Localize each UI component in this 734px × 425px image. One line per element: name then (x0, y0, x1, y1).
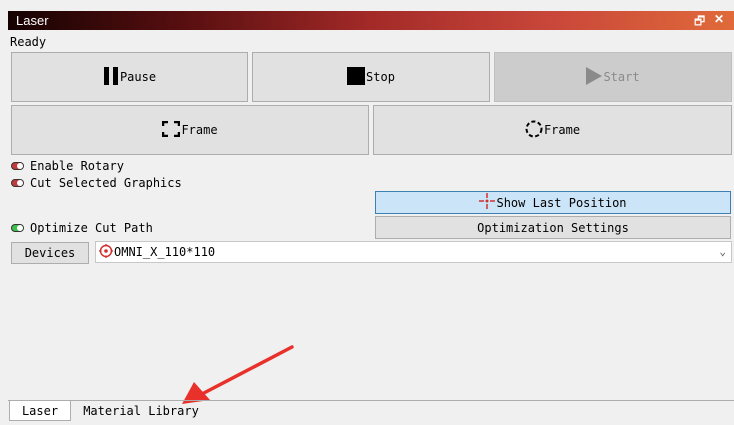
enable-rotary-label: Enable Rotary (30, 159, 124, 173)
frame-square-icon (162, 120, 181, 140)
optimize-cut-path-toggle[interactable]: Optimize Cut Path (11, 221, 153, 235)
stop-icon (347, 66, 366, 88)
pause-icon (103, 66, 119, 88)
panel-tab-bar: Laser Material Library (8, 400, 734, 425)
device-select[interactable]: OMNI_X_110*110 ⌄ (95, 241, 732, 263)
toggle-off-icon[interactable] (11, 179, 24, 187)
frame-circle-button[interactable]: Frame (373, 105, 732, 155)
toggle-on-icon[interactable] (11, 224, 24, 232)
show-last-position-button[interactable]: Show Last Position (375, 191, 731, 214)
device-target-icon (99, 243, 113, 261)
annotation-arrow-icon (182, 345, 294, 404)
close-icon[interactable]: ✕ (714, 12, 724, 26)
panel-title-bar: Laser 🗗 ✕ (8, 11, 734, 30)
pause-button[interactable]: Pause (11, 52, 248, 102)
start-label: Start (603, 70, 640, 84)
optimization-settings-label: Optimization Settings (477, 220, 629, 235)
toggle-off-icon[interactable] (11, 162, 24, 170)
frame-square-button[interactable]: Frame (11, 105, 369, 155)
cut-selected-label: Cut Selected Graphics (30, 176, 182, 190)
crosshair-icon (479, 193, 496, 212)
show-last-position-label: Show Last Position (496, 195, 627, 210)
selected-device-name: OMNI_X_110*110 (114, 245, 216, 259)
frame-circle-label: Frame (543, 123, 581, 137)
tab-laser[interactable]: Laser (9, 401, 71, 421)
status-text: Ready (10, 35, 47, 49)
cut-selected-toggle[interactable]: Cut Selected Graphics (11, 176, 182, 190)
stop-label: Stop (366, 70, 395, 84)
start-button[interactable]: Start (494, 52, 732, 102)
devices-label: Devices (24, 246, 76, 260)
enable-rotary-toggle[interactable]: Enable Rotary (11, 159, 124, 173)
devices-button[interactable]: Devices (11, 242, 89, 264)
stop-button[interactable]: Stop (252, 52, 490, 102)
tab-material-library[interactable]: Material Library (76, 401, 206, 421)
play-icon (586, 66, 603, 88)
chevron-down-icon[interactable]: ⌄ (719, 245, 726, 258)
optimization-settings-button[interactable]: Optimization Settings (375, 216, 731, 239)
optimize-cut-path-label: Optimize Cut Path (30, 221, 153, 235)
restore-window-icon[interactable]: 🗗 (694, 12, 705, 33)
panel-title: Laser (16, 13, 49, 28)
frame-square-label: Frame (181, 123, 218, 137)
frame-circle-icon (525, 120, 543, 141)
pause-label: Pause (119, 70, 157, 84)
